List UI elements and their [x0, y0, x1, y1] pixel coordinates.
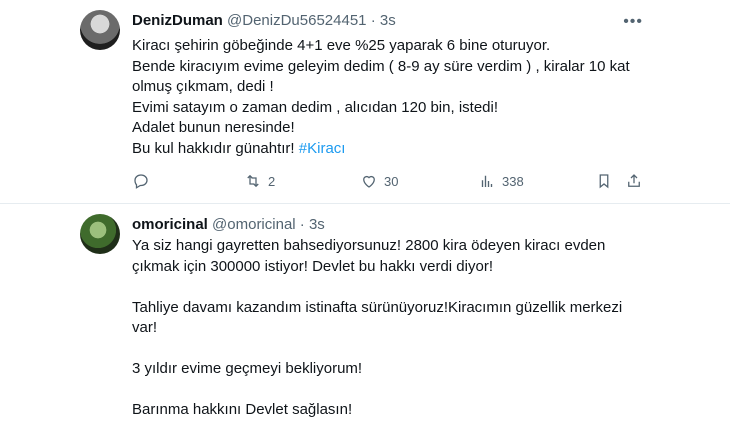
retweet-icon [247, 174, 259, 188]
avatar[interactable] [80, 10, 120, 50]
tweet-time[interactable]: 3s [380, 12, 396, 29]
author-name[interactable]: omoricinal [132, 216, 208, 233]
tweet-text: Kiracı şehirin göbeğinde 4+1 eve %25 yap… [132, 36, 652, 159]
tweet-line: Barınma hakkını Devlet sağlasın! [132, 401, 353, 418]
tweet-line: Kiracı şehirin göbeğinde 4+1 eve %25 yap… [132, 37, 551, 54]
tweet-1[interactable]: DenizDuman @DenizDu56524451 · 3s ••• Kir… [0, 0, 730, 203]
author-handle[interactable]: @omoricinal [212, 216, 296, 233]
author-name[interactable]: DenizDuman [132, 12, 223, 29]
tweet-line: Bende kiracıyım evime geleyim dedim ( 8-… [132, 57, 630, 75]
retweet-button[interactable]: 2 [244, 170, 275, 192]
more-icon[interactable]: ••• [623, 13, 643, 31]
tweet-line: var! [132, 319, 158, 336]
tweet-actions: 2 30 338 [132, 170, 642, 192]
tweet-line: olmuş çıkmam, dedi ! [132, 78, 274, 95]
view-count: 338 [502, 173, 524, 189]
like-button[interactable]: 30 [360, 170, 398, 192]
share-icon [628, 174, 640, 187]
tweet-line: Ya siz hangi gayretten bahsediyorsunuz! … [132, 237, 606, 254]
bookmark-button[interactable] [595, 170, 613, 192]
tweet-line: Adalet bunun neresinde! [132, 119, 295, 136]
tweet-line: çıkmak için 300000 istiyor! Devlet bu ha… [132, 257, 493, 275]
retweet-count: 2 [268, 173, 276, 189]
bookmark-icon [599, 174, 609, 189]
tweet-line: Tahliye davamı kazandım istinafta sürünü… [132, 298, 623, 316]
reply-button[interactable] [132, 170, 150, 192]
author-handle[interactable]: @DenizDu56524451 [227, 12, 367, 29]
tweet-line: Evimi satayım o zaman dedim , alıcıdan 1… [132, 98, 499, 116]
reply-icon [134, 174, 148, 189]
like-count: 30 [384, 173, 399, 189]
tweet-line: Bu kul hakkıdır günahtır! #Kiracı [132, 139, 346, 157]
tweet-header: DenizDuman @DenizDu56524451 · 3s [132, 12, 396, 29]
tweet-text: Ya siz hangi gayretten bahsediyorsunuz! … [132, 236, 652, 421]
tweet-time[interactable]: 3s [309, 216, 325, 233]
views-button[interactable]: 338 [478, 170, 524, 192]
share-button[interactable] [625, 170, 643, 192]
tweet-2[interactable]: omoricinal @omoricinal · 3s Ya siz hangi… [0, 204, 730, 420]
avatar[interactable] [80, 214, 120, 254]
tweet-header: omoricinal @omoricinal · 3s [132, 216, 325, 233]
hashtag-link[interactable]: #Kiracı [299, 140, 346, 157]
views-icon [481, 175, 493, 187]
heart-icon [363, 175, 375, 188]
tweet-line: 3 yıldır evime geçmeyi bekliyorum! [132, 360, 363, 377]
